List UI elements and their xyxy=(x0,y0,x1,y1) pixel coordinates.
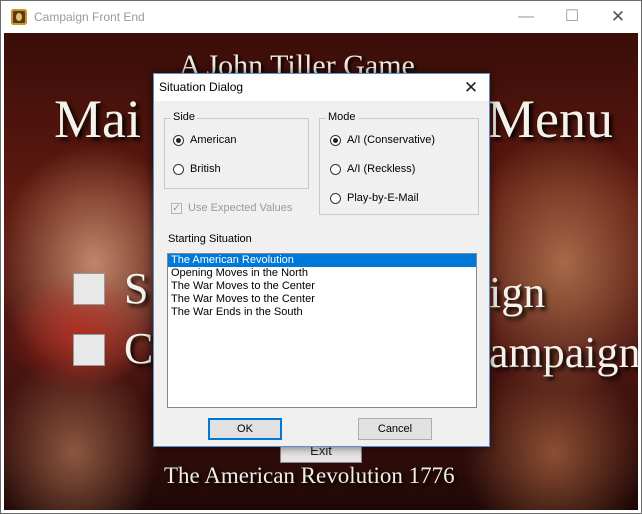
situation-dialog: Situation Dialog ✕ Side American British… xyxy=(153,73,490,447)
mode-pbem-label: Play-by-E-Mail xyxy=(347,192,419,204)
menu-option-1-label-left: S xyxy=(124,264,149,313)
side-american-label: American xyxy=(190,134,237,146)
list-item[interactable]: The War Moves to the Center xyxy=(168,293,476,306)
mode-conservative-label: A/I (Conservative) xyxy=(347,134,436,146)
window-title: Campaign Front End xyxy=(34,10,145,24)
main-window: Campaign Front End — ☐ ✕ A John Tiller G… xyxy=(0,0,642,514)
main-menu-title-left: Mai xyxy=(54,89,141,149)
radio-unselected-icon xyxy=(173,164,184,175)
close-window-button[interactable]: ✕ xyxy=(595,1,641,33)
menu-option-2-label-right: ampaign xyxy=(489,328,638,377)
radio-selected-icon xyxy=(330,135,341,146)
menu-option-1-label-right: ign xyxy=(489,268,546,317)
menu-option-2-checkbox[interactable] xyxy=(73,334,105,366)
dialog-close-button[interactable]: ✕ xyxy=(454,74,488,101)
app-icon xyxy=(11,9,27,25)
minimize-button[interactable]: — xyxy=(503,1,549,33)
mode-group: Mode A/I (Conservative) A/I (Reckless) P… xyxy=(319,111,479,215)
menu-option-1-checkbox[interactable] xyxy=(73,273,105,305)
side-group-label: Side xyxy=(171,111,198,123)
radio-unselected-icon xyxy=(330,164,341,175)
radio-selected-icon xyxy=(173,135,184,146)
dialog-titlebar: Situation Dialog ✕ xyxy=(154,74,489,101)
list-item[interactable]: Opening Moves in the North xyxy=(168,267,476,280)
side-british-label: British xyxy=(190,163,221,175)
mode-group-label: Mode xyxy=(326,111,358,123)
starting-situation-list[interactable]: The American Revolution Opening Moves in… xyxy=(167,253,477,408)
ok-button[interactable]: OK xyxy=(208,418,282,440)
dialog-title: Situation Dialog xyxy=(159,80,244,94)
window-titlebar: Campaign Front End — ☐ ✕ xyxy=(1,1,641,33)
checkmark-icon: ✓ xyxy=(171,203,182,214)
use-expected-values-label: Use Expected Values xyxy=(188,202,293,214)
menu-option-2-label-left: C xyxy=(124,324,154,373)
main-menu-title-right: Menu xyxy=(487,89,613,149)
game-subtitle: The American Revolution 1776 xyxy=(164,463,455,488)
side-group: Side American British xyxy=(164,111,309,189)
radio-unselected-icon xyxy=(330,193,341,204)
cancel-button[interactable]: Cancel xyxy=(358,418,432,440)
mode-reckless-label: A/I (Reckless) xyxy=(347,163,416,175)
maximize-button[interactable]: ☐ xyxy=(549,1,595,33)
list-item[interactable]: The American Revolution xyxy=(168,254,476,267)
list-item[interactable]: The War Moves to the Center xyxy=(168,280,476,293)
list-item[interactable]: The War Ends in the South xyxy=(168,306,476,319)
starting-situation-label: Starting Situation xyxy=(168,233,252,245)
